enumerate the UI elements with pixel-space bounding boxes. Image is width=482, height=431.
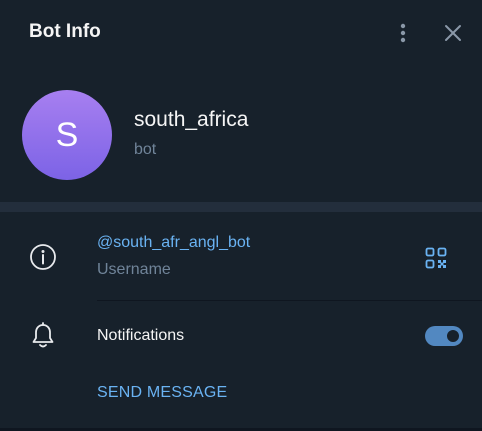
avatar[interactable]: S [22,90,112,180]
close-icon [445,25,461,41]
close-button[interactable] [438,18,468,48]
bot-profile: S south_africa bot [0,66,482,202]
info-circle-icon [30,244,56,270]
notifications-toggle[interactable] [425,326,463,346]
info-section: @south_afr_angl_bot Username Notificatio… [0,212,482,431]
row-separator [97,300,482,301]
panel-title: Bot Info [29,21,101,42]
section-divider [0,202,482,212]
toggle-knob [445,328,461,344]
avatar-letter: S [55,115,79,154]
bell-icon [32,322,54,348]
send-message-button[interactable]: SEND MESSAGE [97,384,227,402]
qr-code-icon[interactable] [424,246,448,270]
panel-header: Bot Info [0,0,482,66]
kebab-vertical-icon [400,23,406,43]
username-link[interactable]: @south_afr_angl_bot [97,234,250,252]
more-options-button[interactable] [388,18,418,48]
bot-name: south_africa [134,108,249,131]
username-label: Username [97,261,171,278]
bot-subtitle: bot [134,141,157,158]
notifications-label: Notifications [97,327,185,344]
